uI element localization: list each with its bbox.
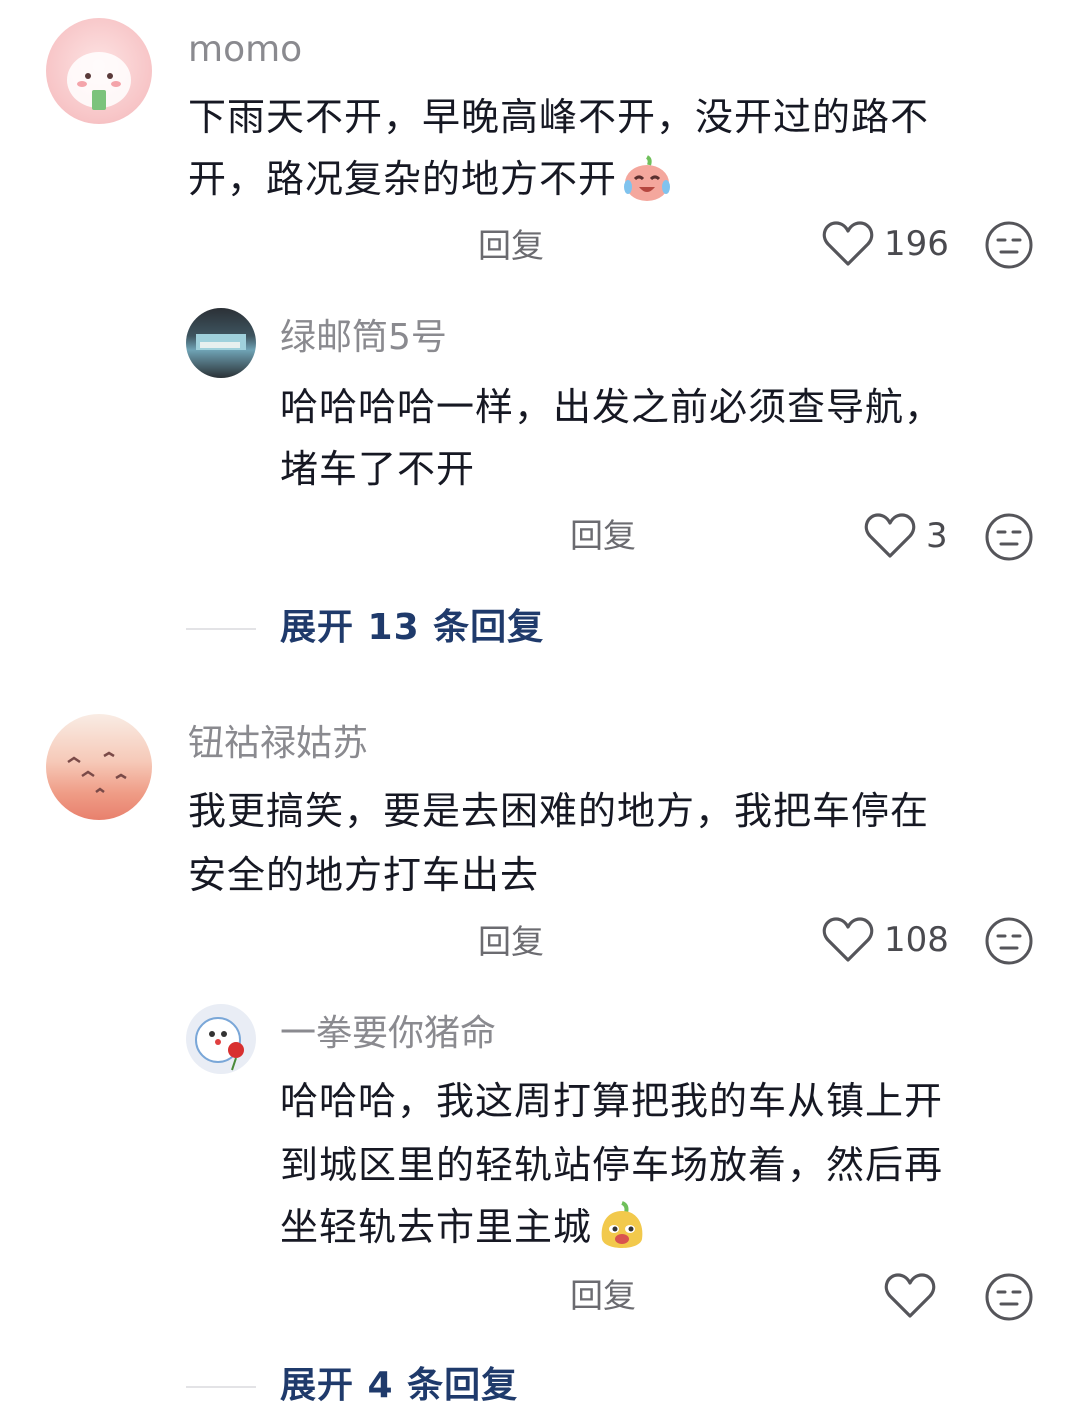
expand-replies-link[interactable]: 展开 4 条回复 (280, 1364, 518, 1408)
neutral-face-icon (984, 916, 1034, 966)
smirk-emoji-icon (594, 1199, 650, 1255)
like-count: 108 (884, 920, 949, 960)
dislike-button[interactable] (984, 916, 1034, 966)
reply-text-line: 堵车了不开 (280, 447, 476, 491)
comment-text-line: 我更搞笑，要是去困难的地方，我把车停在 (188, 789, 930, 833)
comment-text-line: 开，路况复杂的地方不开 (188, 157, 618, 201)
dislike-button[interactable] (984, 1272, 1034, 1322)
reply-text-line: 哈哈哈哈一样，出发之前必须查导航， (280, 385, 944, 429)
comment-text-line: 下雨天不开，早晚高峰不开，没开过的路不 (188, 95, 930, 139)
dislike-button[interactable] (984, 220, 1034, 270)
reply-button[interactable]: 回复 (478, 922, 544, 962)
comment-username[interactable]: momo (188, 30, 302, 70)
heart-outline-icon (822, 220, 874, 268)
neutral-face-icon (984, 1272, 1034, 1322)
divider (186, 628, 256, 630)
reply-text-line: 坐轻轨去市里主城 (280, 1205, 593, 1249)
expand-replies-link[interactable]: 展开 13 条回复 (280, 606, 544, 650)
heart-outline-icon (822, 916, 874, 964)
neutral-face-icon (984, 220, 1034, 270)
reply-text-line: 哈哈哈，我这周打算把我的车从镇上开 (280, 1079, 944, 1123)
like-button[interactable]: 3 (864, 512, 948, 560)
like-count: 196 (884, 224, 949, 264)
neutral-face-icon (984, 512, 1034, 562)
reply-button[interactable]: 回复 (570, 516, 636, 556)
like-button[interactable] (884, 1272, 936, 1320)
dislike-button[interactable] (984, 512, 1034, 562)
comment-username[interactable]: 钮祜禄姑苏 (188, 724, 368, 764)
avatar[interactable] (186, 308, 256, 378)
crying-laughing-emoji-icon (621, 153, 673, 205)
avatar[interactable] (186, 1004, 256, 1074)
divider (186, 1386, 256, 1388)
avatar[interactable] (46, 714, 152, 820)
reply-username[interactable]: 绿邮筒5号 (280, 318, 447, 358)
reply-button[interactable]: 回复 (570, 1276, 636, 1316)
heart-outline-icon (884, 1272, 936, 1320)
comment-text-line: 安全的地方打车出去 (188, 853, 540, 897)
like-button[interactable]: 108 (822, 916, 949, 964)
reply-text-line: 到城区里的轻轨站停车场放着，然后再 (280, 1143, 944, 1187)
like-count: 3 (926, 516, 948, 556)
heart-outline-icon (864, 512, 916, 560)
avatar[interactable] (46, 18, 152, 124)
reply-username[interactable]: 一拳要你猪命 (280, 1014, 496, 1054)
reply-button[interactable]: 回复 (478, 226, 544, 266)
like-button[interactable]: 196 (822, 220, 949, 268)
